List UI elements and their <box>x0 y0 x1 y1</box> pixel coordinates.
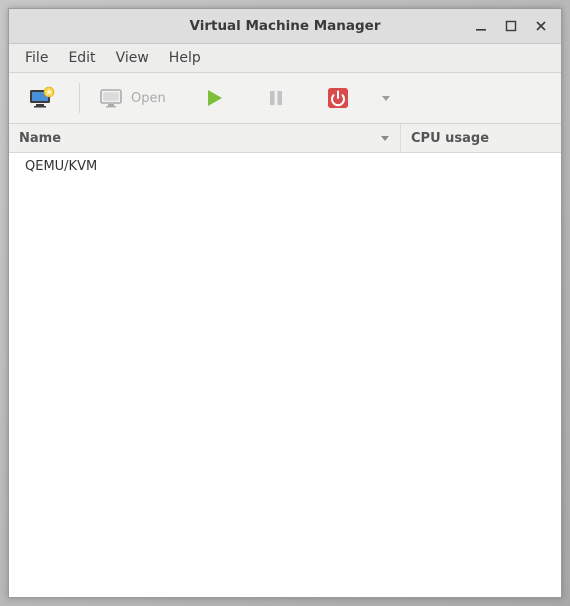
close-button[interactable] <box>527 14 555 38</box>
list-header: Name CPU usage <box>9 124 561 153</box>
chevron-down-icon <box>380 92 392 104</box>
toolbar: Open <box>9 73 561 124</box>
menu-help[interactable]: Help <box>159 46 211 70</box>
column-name-label: Name <box>19 131 61 146</box>
sort-descending-icon <box>380 133 390 143</box>
window-controls <box>467 14 561 38</box>
play-icon <box>203 87 225 109</box>
create-vm-button[interactable] <box>17 79 67 117</box>
shutdown-button[interactable] <box>313 79 363 117</box>
column-header-name[interactable]: Name <box>9 124 401 152</box>
toolbar-separator <box>79 83 80 113</box>
create-vm-icon <box>28 86 56 110</box>
maximize-icon <box>505 20 517 32</box>
vm-connection-name: QEMU/KVM <box>9 159 421 174</box>
monitor-icon <box>99 87 125 109</box>
menu-file[interactable]: File <box>15 46 58 70</box>
run-button[interactable] <box>189 79 239 117</box>
app-window: Virtual Machine Manager File Edi <box>8 8 562 598</box>
shutdown-menu-button[interactable] <box>369 79 403 117</box>
close-icon <box>535 20 547 32</box>
column-cpu-label: CPU usage <box>411 131 489 146</box>
open-button-label: Open <box>131 91 166 106</box>
titlebar: Virtual Machine Manager <box>9 9 561 44</box>
list-item[interactable]: QEMU/KVM <box>9 153 561 179</box>
power-icon <box>326 86 350 110</box>
vm-list: QEMU/KVM <box>9 153 561 597</box>
menu-view[interactable]: View <box>106 46 159 70</box>
minimize-icon <box>475 20 487 32</box>
maximize-button[interactable] <box>497 14 525 38</box>
menubar: File Edit View Help <box>9 44 561 73</box>
pause-button[interactable] <box>251 79 301 117</box>
minimize-button[interactable] <box>467 14 495 38</box>
column-header-cpu[interactable]: CPU usage <box>401 124 561 152</box>
menu-edit[interactable]: Edit <box>58 46 105 70</box>
pause-icon <box>265 87 287 109</box>
open-vm-button[interactable]: Open <box>92 79 173 117</box>
